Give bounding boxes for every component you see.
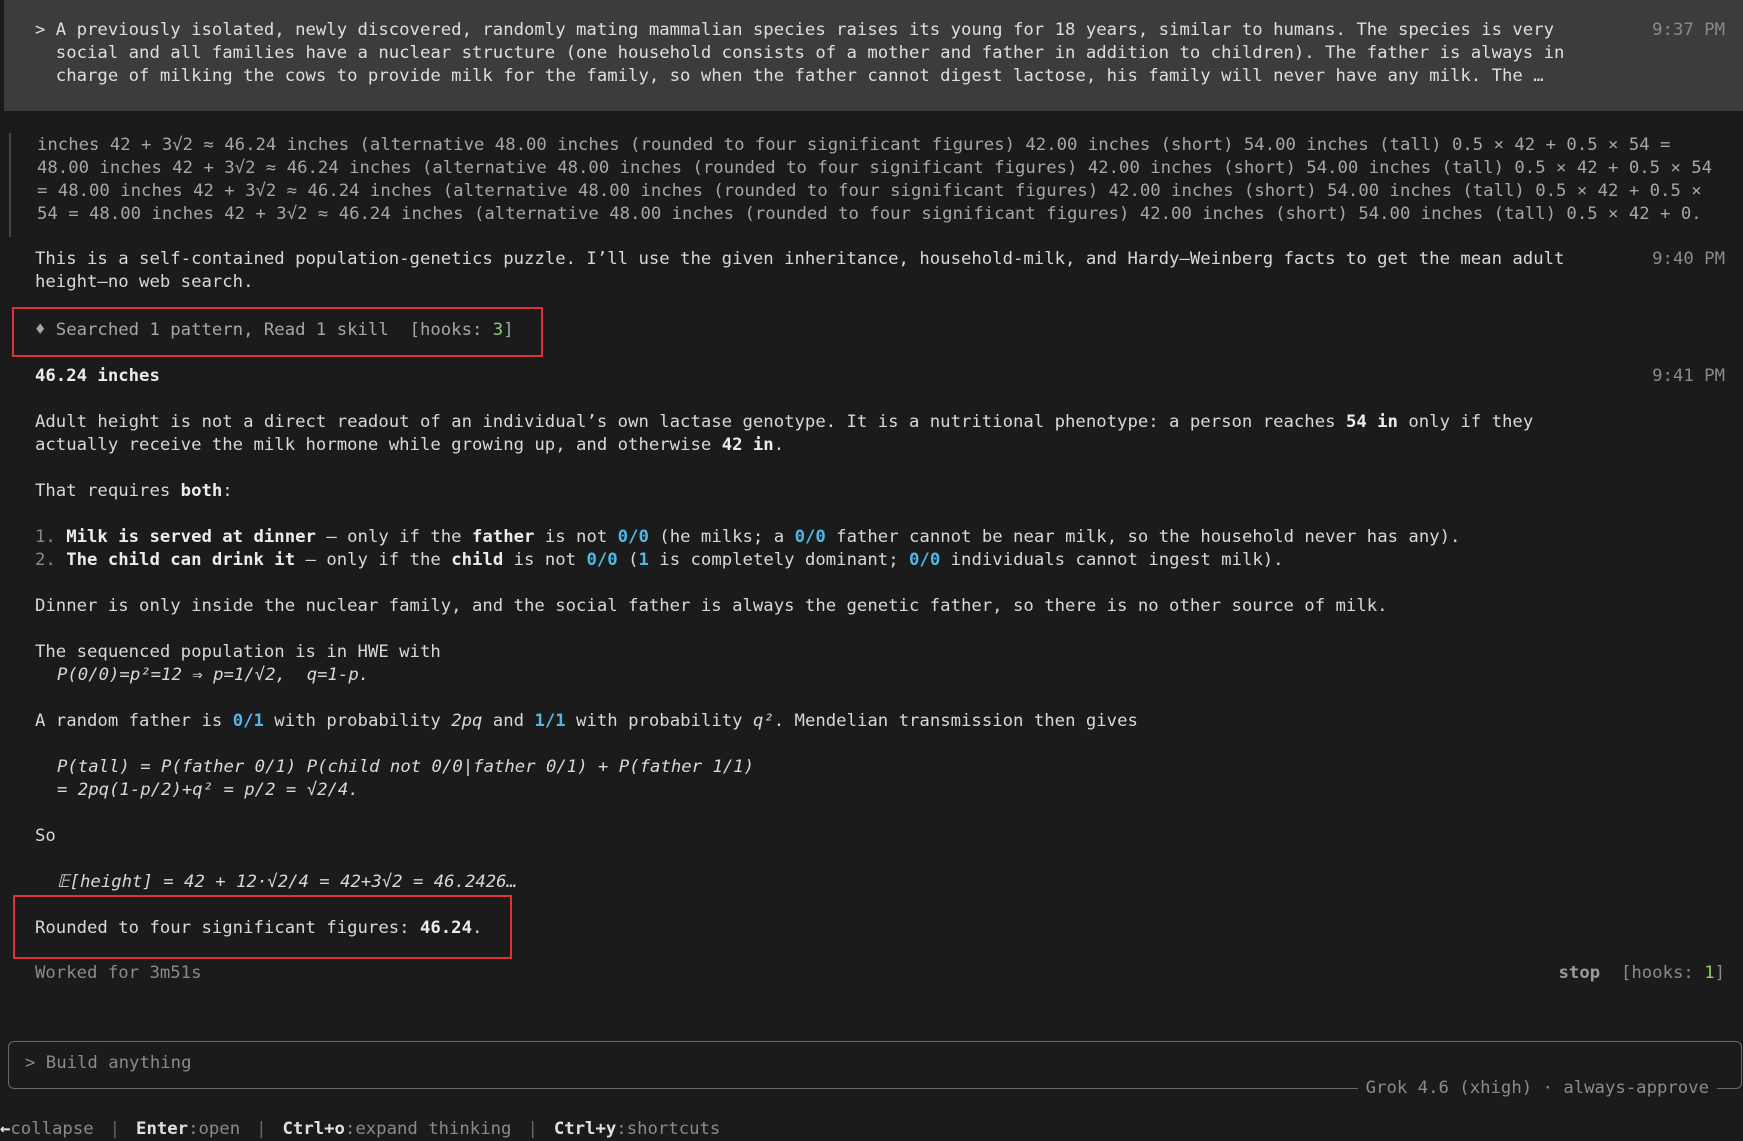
rounded-result: Rounded to four significant figures: 46.… xyxy=(35,918,483,938)
answer-paragraph-1: Adult height is not a direct readout of … xyxy=(35,412,1534,455)
hwe-formula: P(0/0)=p²=12 ⇒ p=1/√2, q=1-p. xyxy=(57,665,370,685)
stop-label: stop xyxy=(1558,963,1601,983)
answer-time: 9:41 PM xyxy=(1652,366,1725,386)
user-message: > A previously isolated, newly discovere… xyxy=(4,0,1743,111)
thinking-block[interactable]: inches 42 + 3√2 ≈ 46.24 inches (alternat… xyxy=(9,133,1736,237)
thinking-text: inches 42 + 3√2 ≈ 46.24 inches (alternat… xyxy=(37,135,1713,224)
list-item: 2. The child can drink it — only if the … xyxy=(35,550,1284,570)
tool-summary[interactable]: ♦ Searched 1 pattern, Read 1 skill [hook… xyxy=(35,319,514,342)
answer-paragraph-3: Dinner is only inside the nuclear family… xyxy=(35,596,1388,616)
model-label[interactable]: Grok 4.6 (xhigh) · always-approve xyxy=(1357,1077,1717,1100)
answer-title: 46.24 inches xyxy=(35,366,160,386)
tool-hooks-count: 3 xyxy=(492,320,504,340)
equation-3: 𝔼[height] = 42 + 12·√2/4 = 42+3√2 = 46.2… xyxy=(57,872,517,892)
shortcut-key: Ctrl+y xyxy=(553,1119,617,1139)
equation-2: = 2pq(1-p/2)+q² = p/2 = √2/4. xyxy=(57,780,359,800)
worked-duration: Worked for 3m51s xyxy=(35,963,202,983)
user-message-text: > A previously isolated, newly discovere… xyxy=(35,20,1565,86)
intro-time: 9:40 PM xyxy=(1652,249,1725,269)
equation-1: P(tall) = P(father 0/1) P(child not 0/0|… xyxy=(57,757,755,777)
answer-paragraph-4: The sequenced population is in HWE with xyxy=(35,642,441,662)
shortcut-key: ← xyxy=(0,1119,11,1139)
so-label: So xyxy=(35,826,56,846)
stop-status: stop [hooks: 1] xyxy=(1558,963,1725,983)
shortcut-key: Enter xyxy=(136,1119,189,1139)
shortcuts-bar: ←collapse | Enter:open | Ctrl+o:expand think… xyxy=(0,1119,721,1139)
tool-summary-text: ♦ Searched 1 pattern, Read 1 skill xyxy=(35,320,389,340)
list-item: 1. Milk is served at dinner — only if th… xyxy=(35,527,1461,547)
shortcut-key: Ctrl+o xyxy=(282,1119,345,1139)
intro-text: This is a self-contained population-gene… xyxy=(35,249,1565,292)
prompt-input[interactable] xyxy=(23,1052,1427,1074)
answer-paragraph-5: A random father is 0/1 with probability … xyxy=(35,711,1138,731)
user-message-time: 9:37 PM xyxy=(1652,20,1725,40)
footer-hooks-count: 1 xyxy=(1704,963,1715,983)
answer-paragraph-2: That requires both: xyxy=(35,481,233,501)
